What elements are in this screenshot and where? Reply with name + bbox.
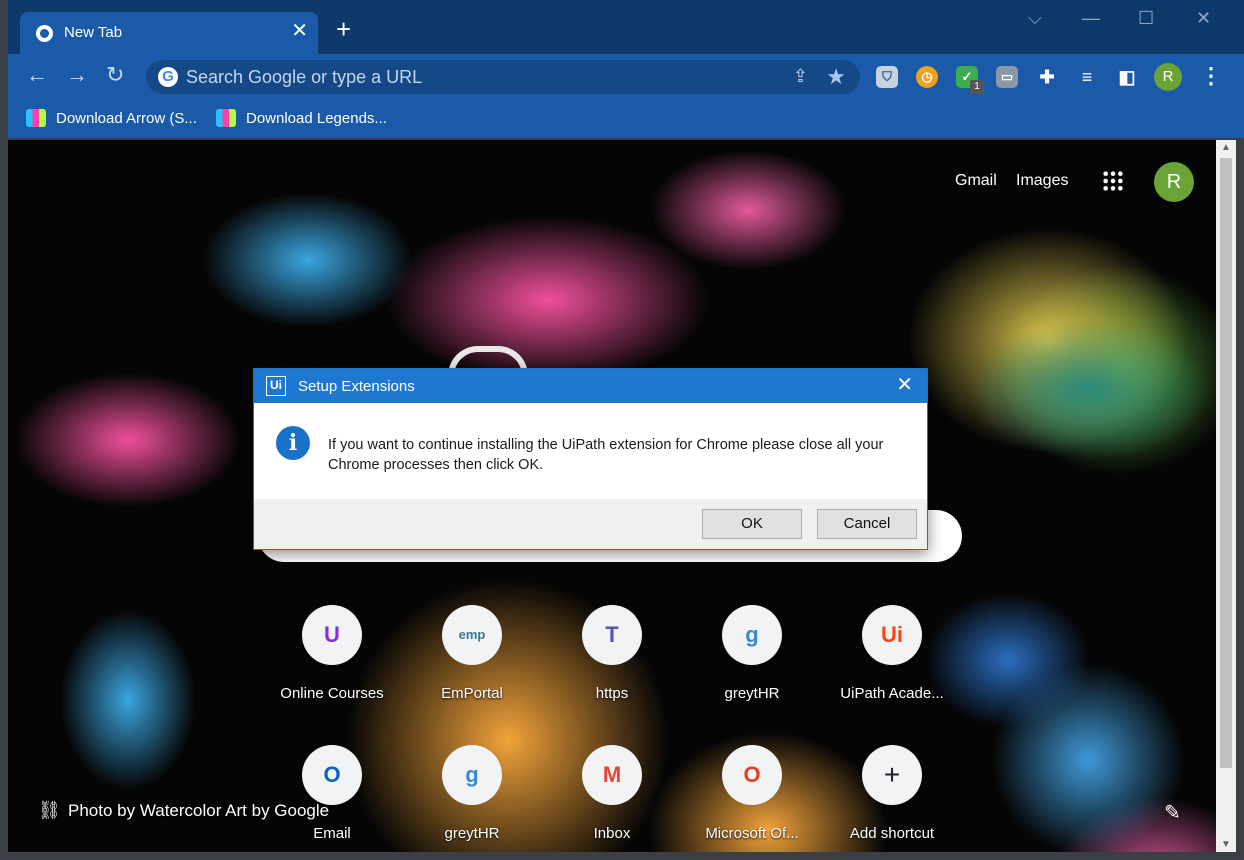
reload-icon[interactable]: ↻ bbox=[106, 63, 124, 87]
bookmark-favicon-icon bbox=[216, 109, 236, 127]
bookmark-label: Download Arrow (S... bbox=[56, 110, 197, 127]
shortcut-tile[interactable]: T https bbox=[556, 605, 668, 725]
account-avatar[interactable]: R bbox=[1154, 162, 1194, 202]
shortcut-circle: M bbox=[582, 745, 642, 805]
uipath-icon: Ui bbox=[266, 376, 286, 396]
dialog-title: Setup Extensions bbox=[298, 378, 415, 395]
shortcut-circle: g bbox=[442, 745, 502, 805]
shortcut-label: EmPortal bbox=[441, 685, 503, 702]
tab-close-icon[interactable]: ✕ bbox=[291, 21, 308, 41]
dialog-message: If you want to continue installing the U… bbox=[328, 437, 884, 473]
puzzle-extensions-icon[interactable]: ✚ bbox=[1036, 66, 1058, 88]
bookmark-label: Download Legends... bbox=[246, 110, 387, 127]
new-tab-button[interactable]: + bbox=[336, 16, 351, 42]
extension-badge: 1 bbox=[970, 80, 984, 94]
dialog-titlebar[interactable]: Ui Setup Extensions ✕ bbox=[254, 369, 927, 403]
uipath-icon: Ui bbox=[881, 622, 903, 647]
bookmark-item[interactable]: Download Legends... bbox=[216, 108, 396, 130]
browser-titlebar: New Tab ✕ + ⌵ — ☐ ✕ bbox=[8, 0, 1244, 54]
shortcut-circle: O bbox=[722, 745, 782, 805]
shortcut-circle: Ui bbox=[862, 605, 922, 665]
pencil-icon[interactable]: ✎ bbox=[1164, 800, 1181, 825]
shortcut-label: Inbox bbox=[593, 825, 631, 842]
shortcut-tile[interactable]: O Email bbox=[276, 745, 388, 852]
bookmark-item[interactable]: Download Arrow (S... bbox=[26, 108, 206, 130]
browser-toolbar: ← → ↻ G ⇪ ★ ⛉ ◷ ✓ 1 ▭ ✚ ≡ ◧ R ⋮ bbox=[8, 54, 1244, 100]
shortcut-label: Email bbox=[313, 825, 351, 842]
bookmarks-bar: Download Arrow (S... Download Legends... bbox=[8, 100, 1244, 138]
photo-attribution[interactable]: ⛓ Photo by Watercolor Art by Google bbox=[38, 800, 329, 821]
page-scrollbar[interactable]: ▲ ▼ bbox=[1216, 140, 1236, 852]
shortcut-label: https bbox=[595, 685, 629, 702]
shortcut-circle: U bbox=[302, 605, 362, 665]
bookmark-star-icon[interactable]: ★ bbox=[826, 64, 846, 90]
shortcut-tile[interactable]: g greytHR bbox=[416, 745, 528, 852]
clock-extension-icon[interactable]: ◷ bbox=[916, 66, 938, 88]
greythr-icon: g bbox=[745, 622, 759, 647]
kebab-menu-icon[interactable]: ⋮ bbox=[1200, 64, 1222, 88]
teams-icon: T bbox=[605, 622, 619, 647]
shortcut-tile[interactable]: U Online Courses bbox=[276, 605, 388, 725]
shortcut-tile[interactable]: emp EmPortal bbox=[416, 605, 528, 725]
scroll-down-icon[interactable]: ▼ bbox=[1221, 839, 1231, 850]
attribution-text: Photo by Watercolor Art by Google bbox=[68, 801, 330, 820]
info-icon: i bbox=[276, 426, 310, 460]
address-input[interactable] bbox=[186, 64, 766, 90]
gmail-link[interactable]: Gmail bbox=[955, 172, 997, 190]
tab-title: New Tab bbox=[64, 24, 123, 41]
ok-button[interactable]: OK bbox=[702, 509, 802, 539]
shortcut-circle: g bbox=[722, 605, 782, 665]
shortcut-tile[interactable]: Ui UiPath Acade... bbox=[836, 605, 948, 725]
tab-new-tab[interactable]: New Tab ✕ bbox=[20, 12, 318, 54]
screen-extension-icon[interactable]: ▭ bbox=[996, 66, 1018, 88]
shortcut-label: UiPath Acade... bbox=[840, 685, 944, 702]
scrollbar-thumb[interactable] bbox=[1220, 158, 1232, 768]
share-icon[interactable]: ⇪ bbox=[793, 66, 808, 87]
office-icon: O bbox=[743, 762, 761, 787]
side-panel-icon[interactable]: ◧ bbox=[1116, 66, 1138, 88]
reading-list-icon[interactable]: ≡ bbox=[1076, 66, 1098, 88]
shield-extension-icon[interactable]: ⛉ bbox=[876, 66, 898, 88]
dialog-close-button[interactable]: ✕ bbox=[896, 374, 913, 396]
screen: New Tab ✕ + ⌵ — ☐ ✕ ← → ↻ G ⇪ ★ ⛉ ◷ ✓ 1 … bbox=[0, 0, 1244, 860]
scroll-up-icon[interactable]: ▲ bbox=[1221, 142, 1231, 153]
shortcut-label: greytHR bbox=[444, 825, 500, 842]
shortcut-tile[interactable]: g greytHR bbox=[696, 605, 808, 725]
online-courses-icon: U bbox=[324, 622, 340, 647]
omnibox[interactable]: G ⇪ ★ bbox=[146, 60, 860, 94]
tab-search-icon[interactable]: ⌵ bbox=[1028, 8, 1042, 29]
shortcut-circle: O bbox=[302, 745, 362, 805]
chrome-icon bbox=[36, 25, 53, 42]
back-arrow-icon[interactable]: ← bbox=[26, 63, 48, 87]
google-g-icon: G bbox=[158, 67, 178, 87]
maximize-button[interactable]: ☐ bbox=[1138, 8, 1154, 29]
bookmark-favicon-icon bbox=[26, 109, 46, 127]
minimize-button[interactable]: — bbox=[1082, 8, 1100, 29]
shortcut-label: Microsoft Of... bbox=[705, 825, 799, 842]
window-close-button[interactable]: ✕ bbox=[1196, 8, 1211, 29]
shortcut-circle: + bbox=[862, 745, 922, 805]
forward-arrow-icon[interactable]: → bbox=[66, 63, 88, 87]
cancel-button[interactable]: Cancel bbox=[817, 509, 917, 539]
link-icon: ⛓ bbox=[38, 800, 61, 820]
greythr-icon: g bbox=[465, 762, 479, 787]
shortcut-tile[interactable]: M Inbox bbox=[556, 745, 668, 852]
shortcut-label: Add shortcut bbox=[849, 825, 935, 842]
add-shortcut-tile[interactable]: + Add shortcut bbox=[836, 745, 948, 852]
shortcut-circle: emp bbox=[442, 605, 502, 665]
apps-grid-icon[interactable] bbox=[1102, 170, 1124, 192]
outlook-icon: O bbox=[323, 762, 341, 787]
dialog-footer: OK Cancel bbox=[254, 499, 927, 549]
profile-avatar[interactable]: R bbox=[1154, 63, 1182, 91]
plus-icon: + bbox=[883, 759, 901, 790]
images-link[interactable]: Images bbox=[1016, 172, 1068, 190]
gmail-icon: M bbox=[602, 762, 622, 787]
shortcut-circle: T bbox=[582, 605, 642, 665]
emportal-icon: emp bbox=[458, 627, 486, 642]
shortcut-tile[interactable]: O Microsoft Of... bbox=[696, 745, 808, 852]
shortcut-label: Online Courses bbox=[280, 685, 384, 702]
shortcut-label: greytHR bbox=[724, 685, 780, 702]
setup-extensions-dialog: Ui Setup Extensions ✕ i If you want to c… bbox=[253, 368, 928, 550]
